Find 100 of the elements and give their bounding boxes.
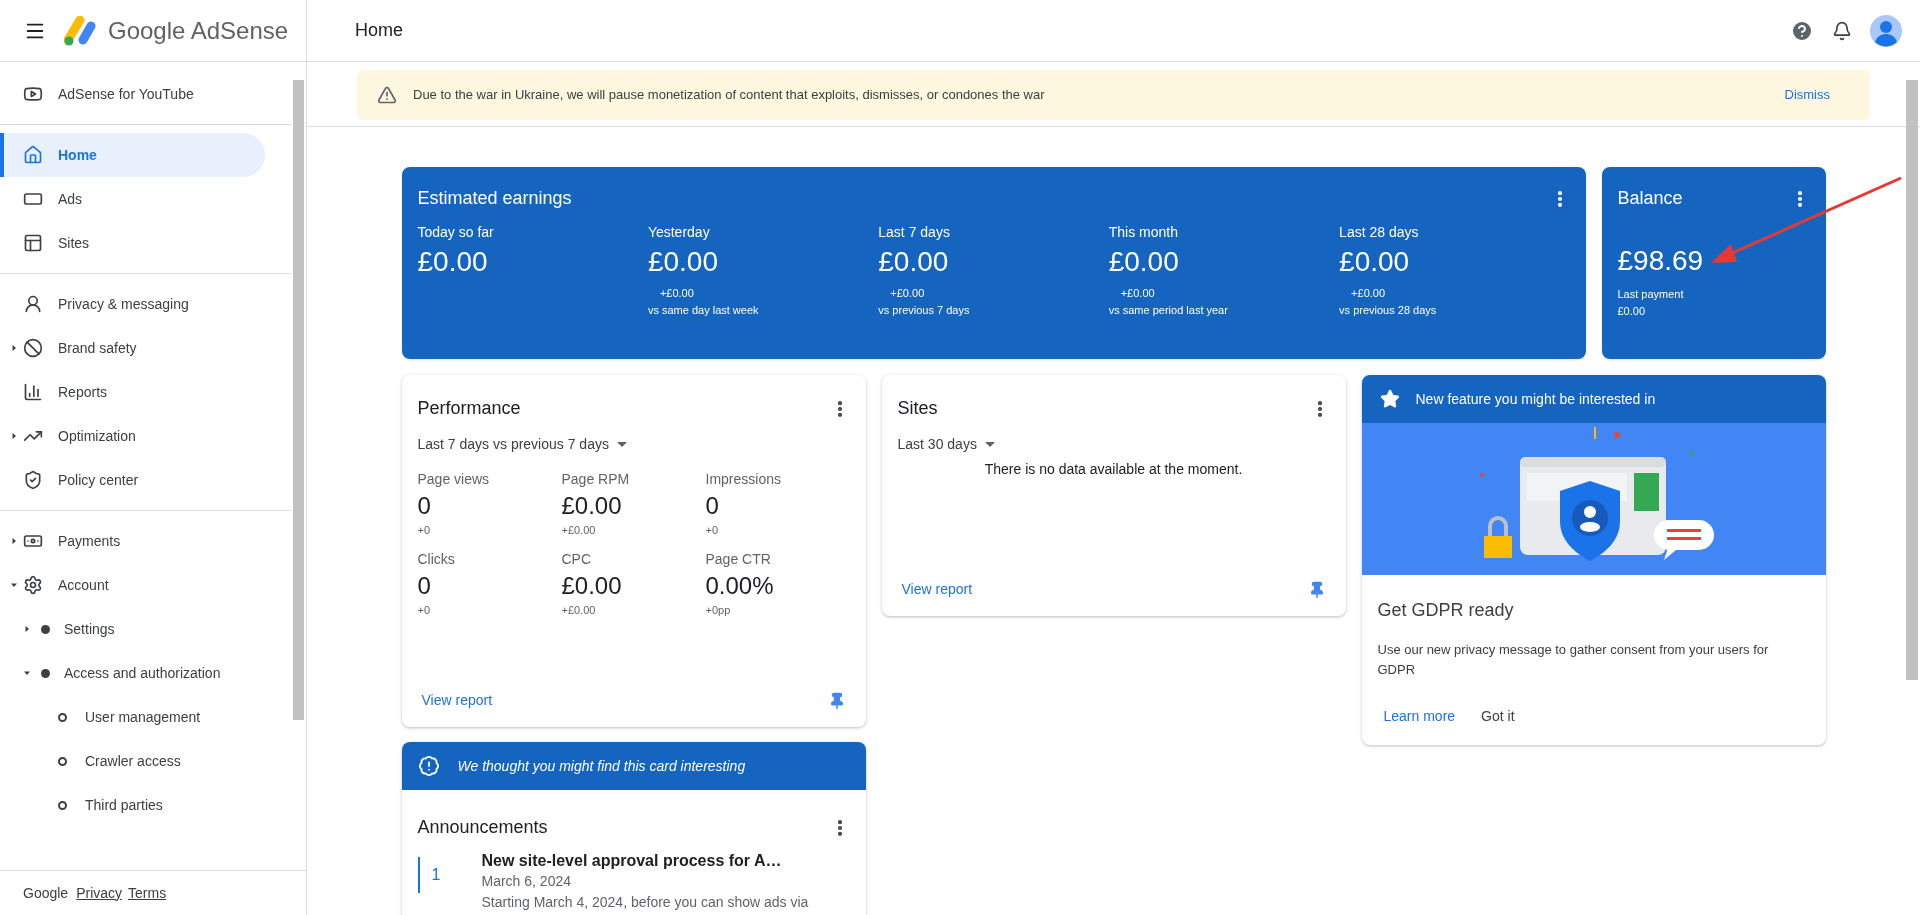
page-title: Home (355, 19, 403, 42)
metric-value: £0.00 (417, 245, 489, 279)
metric-label: Page views (417, 470, 491, 489)
bar-chart-icon (23, 382, 43, 402)
metric-comparison: vs same day last week (647, 302, 760, 318)
last-payment-value: £0.00 (1617, 303, 1647, 319)
metric-label: Last 28 days (1339, 223, 1420, 242)
caret-icon[interactable] (10, 432, 18, 440)
sidebar-item[interactable]: Ads (0, 177, 265, 221)
sidebar-item[interactable]: Account (0, 563, 265, 607)
metric-change: +0pp (705, 602, 732, 618)
metric-label: Yesterday (647, 223, 711, 242)
dismiss-link[interactable]: Dismiss (1784, 85, 1830, 105)
scrollbar[interactable] (293, 80, 304, 720)
metric-change: +0 (417, 523, 432, 538)
announcement-number: 1 (417, 857, 482, 893)
feature-title: Get GDPR ready (1377, 599, 1515, 622)
scrollbar[interactable] (1906, 80, 1918, 680)
metric-value: £0.00 (1108, 245, 1180, 279)
avatar-icon[interactable] (1870, 14, 1902, 47)
alert-badge-icon (417, 755, 440, 777)
view-report-link[interactable]: View report (421, 690, 493, 711)
sidebar-item[interactable]: AdSense for YouTube (0, 72, 265, 116)
card-title: Estimated earnings (417, 187, 572, 210)
card-title: Balance (1617, 187, 1683, 210)
metric-value: 0 (417, 570, 432, 601)
caret-icon[interactable] (23, 625, 31, 633)
caret-icon[interactable] (23, 669, 31, 677)
sidebar-item[interactable]: User management (0, 695, 291, 739)
sidebar-item[interactable]: Crawler access (0, 739, 291, 783)
brand-name: Google AdSense (108, 15, 289, 46)
footer-link[interactable]: Privacy (76, 882, 123, 904)
metric-value: £0.00 (1339, 245, 1411, 279)
sidebar-item[interactable]: Payments (0, 519, 265, 563)
last-payment-label: Last payment (1617, 287, 1685, 302)
metric-label: Clicks (417, 549, 456, 569)
announcement-text: Starting March 4, 2024, before you can show ads via (481, 893, 809, 912)
metric-value: 0.00% (705, 570, 775, 601)
metric-change: +£0.00 (1120, 286, 1156, 301)
balance-value: £98.69 (1617, 244, 1705, 278)
footer-brand: Google (23, 883, 69, 903)
sidebar-item[interactable]: Policy center (0, 458, 265, 502)
metric-value: £0.00 (561, 491, 623, 521)
announcement-title[interactable]: New site-level approval process for A… (481, 851, 809, 871)
metric-label: Page RPM (561, 470, 631, 489)
video-play-icon (23, 84, 43, 104)
footer-link[interactable]: Terms (128, 882, 167, 904)
metric-comparison: vs previous 28 days (1339, 302, 1438, 318)
sidebar-item[interactable]: Optimization (0, 414, 265, 458)
sidebar-item[interactable]: Reports (0, 370, 265, 414)
metric-label: CPC (561, 549, 593, 569)
date-range-dropdown[interactable]: Last 30 days (897, 434, 995, 455)
sidebar-item[interactable]: Brand safety (0, 326, 265, 370)
sidebar-item[interactable]: Settings (0, 607, 291, 651)
shield-icon (23, 470, 43, 490)
layout-icon (23, 233, 43, 253)
sidebar-item[interactable]: Sites (0, 221, 265, 265)
metric-value: £0.00 (878, 245, 950, 279)
view-report-link[interactable]: View report (901, 579, 973, 600)
bullet-icon (41, 624, 50, 634)
notifications-icon[interactable] (1832, 20, 1852, 41)
action-button[interactable]: Learn more (1377, 702, 1462, 731)
notice-text: Due to the war in Ukraine, we will pause monetization of content that exploits, dismisses, or condones the war (413, 86, 1045, 105)
metric-change: +£0.00 (659, 286, 695, 301)
metric-label: Last 7 days (878, 223, 951, 242)
metric-label: Impressions (705, 470, 782, 489)
home-icon (23, 145, 43, 165)
card-title: Sites (897, 397, 938, 420)
caret-icon[interactable] (10, 581, 18, 589)
caret-icon (616, 442, 627, 447)
sidebar-item[interactable]: Third parties (0, 783, 291, 827)
metric-value: 0 (705, 491, 720, 521)
metric-label: Page CTR (705, 549, 772, 569)
metric-label: This month (1108, 223, 1179, 242)
warning-icon (377, 85, 397, 105)
metric-change: +£0.00 (890, 286, 926, 301)
metric-value: £0.00 (647, 245, 719, 279)
sidebar-item[interactable]: Access and authorization (0, 651, 291, 695)
announcement-date: March 6, 2024 (481, 872, 572, 891)
date-range-dropdown[interactable]: Last 7 days vs previous 7 days (417, 434, 627, 455)
metric-change: +0 (705, 523, 720, 538)
caret-icon[interactable] (10, 537, 18, 545)
sidebar-item[interactable]: Privacy & messaging (0, 282, 265, 326)
star-icon (1379, 389, 1400, 409)
action-button[interactable]: Got it (1475, 702, 1521, 731)
metric-change: +£0.00 (1351, 286, 1387, 301)
metric-value: £0.00 (561, 570, 623, 601)
metric-comparison: vs same period last year (1108, 302, 1229, 318)
caret-icon[interactable] (10, 344, 18, 352)
banner-text: New feature you might be interested in (1415, 389, 1656, 409)
metric-change: +£0.00 (561, 523, 597, 538)
metric-change: +0 (417, 602, 432, 618)
banner-text: We thought you might find this card interesting (457, 756, 746, 776)
metric-change: +£0.00 (561, 602, 597, 618)
gear-icon (23, 575, 43, 595)
prohibited-icon (23, 338, 43, 358)
sidebar-item[interactable]: Home (0, 133, 265, 177)
feature-description: Use our new privacy message to gather consent from your users for GDPR (1377, 641, 1770, 679)
logo-icon (64, 15, 98, 46)
caret-icon (984, 442, 995, 447)
